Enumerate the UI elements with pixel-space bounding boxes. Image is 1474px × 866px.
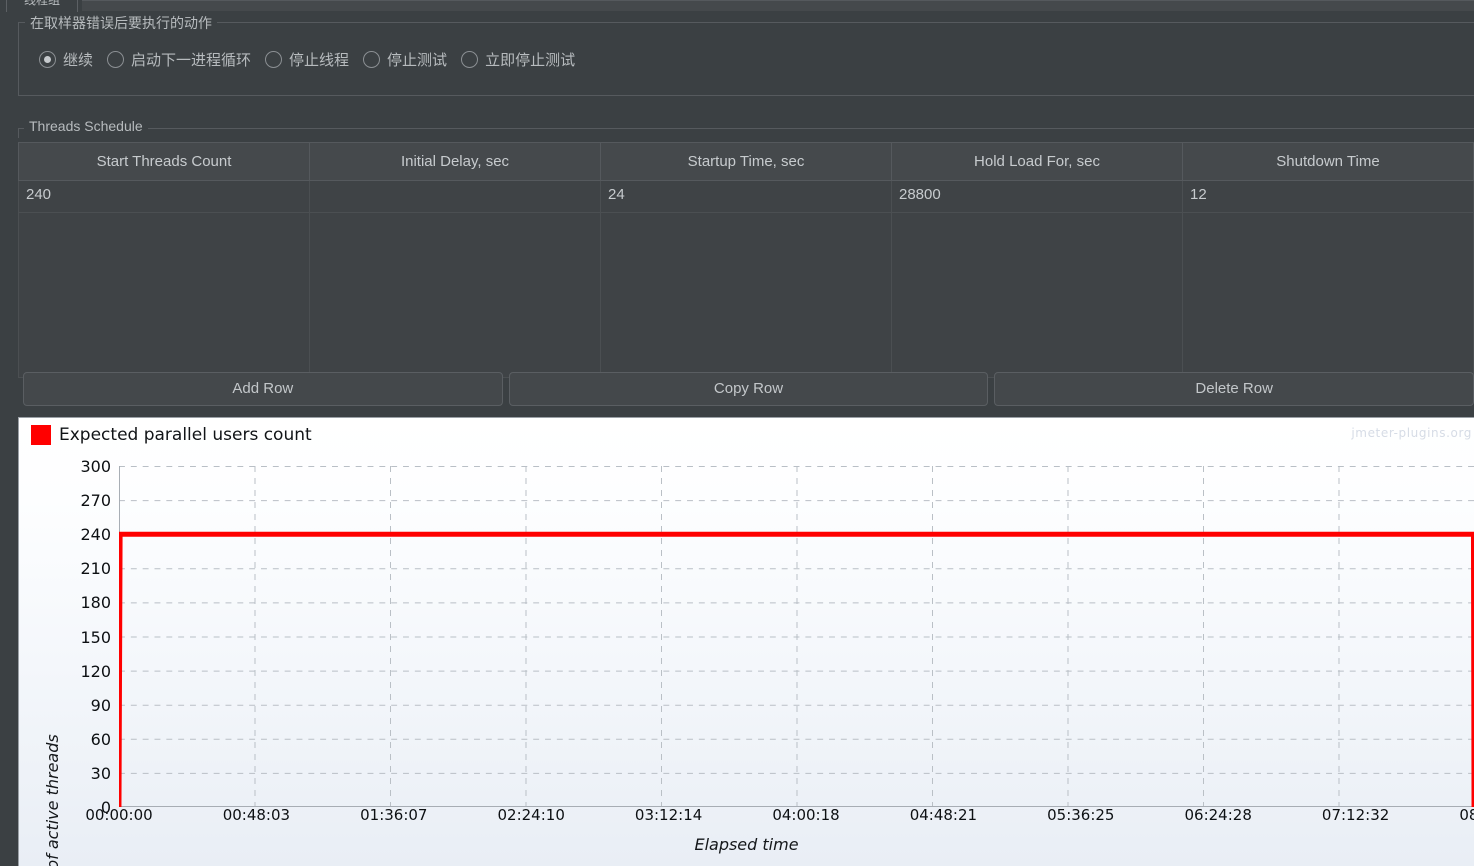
radio-label: 继续 — [63, 52, 94, 69]
y-tick-label: 120 — [80, 661, 111, 681]
group-border-line — [18, 128, 1474, 129]
table-header-row: Start Threads Count Initial Delay, sec S… — [18, 142, 1474, 181]
tab-thread-group[interactable]: 线程组 — [6, 0, 78, 12]
radio-dot-icon[interactable] — [363, 51, 381, 68]
delete-row-button[interactable]: Delete Row — [994, 372, 1474, 406]
threads-schedule-title: Threads Schedule — [24, 118, 148, 134]
table-row[interactable]: 240 24 28800 12 — [18, 180, 1474, 213]
empty-cell[interactable] — [891, 212, 1183, 378]
radio-label: 停止测试 — [387, 52, 448, 69]
radio-label: 启动下一进程循环 — [131, 52, 252, 69]
empty-cell[interactable] — [1182, 212, 1474, 378]
empty-cell[interactable] — [18, 212, 310, 378]
col-shutdown-time[interactable]: Shutdown Time — [1182, 142, 1474, 181]
x-axis-ticks: 00:00:00 00:48:03 01:36:07 02:24:10 03:12:14… — [19, 806, 1474, 828]
gridlines — [119, 466, 1474, 807]
y-tick-label: 270 — [80, 491, 111, 511]
x-tick-label: 08:00:36 — [1459, 806, 1474, 824]
col-initial-delay[interactable]: Initial Delay, sec — [309, 142, 601, 181]
x-tick-label: 04:48:21 — [909, 806, 978, 824]
x-tick-label: 00:00:00 — [85, 806, 153, 824]
col-hold-load-for[interactable]: Hold Load For, sec — [891, 142, 1183, 181]
copy-row-button[interactable]: Copy Row — [508, 372, 989, 406]
radio-label: 立即停止测试 — [485, 52, 576, 69]
col-start-threads-count[interactable]: Start Threads Count — [18, 142, 310, 181]
tab-strip: 线程组 — [0, 0, 1474, 12]
plot-svg — [119, 466, 1474, 807]
x-tick-label: 04:00:18 — [772, 806, 840, 824]
y-tick-label: 300 — [80, 457, 111, 476]
cell-hold-load-for[interactable]: 28800 — [891, 180, 1183, 213]
radio-continue[interactable]: 继续 — [39, 49, 93, 70]
plot-area — [119, 466, 1474, 807]
row-buttons-bar: Add Row Copy Row Delete Row — [23, 372, 1474, 406]
y-tick-label: 60 — [90, 729, 111, 749]
sampler-error-action-title: 在取样器错误后要执行的动作 — [25, 13, 217, 33]
y-tick-label: 90 — [90, 695, 111, 715]
sampler-error-action-group: 在取样器错误后要执行的动作 继续 启动下一进程循环 停止线程 停止测试 立即停止… — [18, 13, 1474, 96]
tab-strip-filler — [82, 0, 1474, 11]
cell-shutdown-time[interactable]: 12 — [1182, 180, 1474, 213]
table-empty-area[interactable] — [18, 212, 1474, 378]
radio-dot-icon[interactable] — [461, 51, 479, 68]
y-tick-label: 240 — [80, 525, 111, 545]
x-tick-label: 05:36:25 — [1047, 806, 1115, 824]
add-row-button[interactable]: Add Row — [23, 372, 503, 406]
x-tick-label: 07:12:32 — [1321, 806, 1390, 824]
x-tick-label: 06:24:28 — [1184, 806, 1252, 824]
y-tick-label: 30 — [90, 763, 111, 783]
watermark-text: jmeter-plugins.org — [1351, 426, 1472, 440]
radio-stop-test-now[interactable]: 立即停止测试 — [461, 49, 575, 70]
x-axis-label: Elapsed time — [694, 835, 799, 854]
x-tick-label: 01:36:07 — [360, 806, 428, 824]
radio-stop-thread[interactable]: 停止线程 — [265, 49, 349, 70]
col-startup-time[interactable]: Startup Time, sec — [600, 142, 892, 181]
cell-initial-delay[interactable] — [309, 180, 601, 213]
empty-cell[interactable] — [309, 212, 601, 378]
y-tick-label: 150 — [80, 627, 111, 647]
group-border-left — [18, 128, 19, 138]
cell-startup-time[interactable]: 24 — [600, 180, 892, 213]
threads-schedule-table[interactable]: Start Threads Count Initial Delay, sec S… — [18, 142, 1474, 378]
x-tick-label: 00:48:03 — [222, 806, 291, 824]
radio-dot-icon[interactable] — [265, 51, 283, 68]
y-axis-ticks: 300 270 240 210 180 150 120 90 60 30 0 — [49, 418, 111, 866]
y-tick-label: 180 — [80, 593, 111, 613]
cell-start-threads-count[interactable]: 240 — [18, 180, 310, 213]
sampler-error-action-radio-group: 继续 启动下一进程循环 停止线程 停止测试 立即停止测试 — [39, 49, 589, 70]
radio-stop-test[interactable]: 停止测试 — [363, 49, 447, 70]
x-tick-label: 03:12:14 — [634, 806, 703, 824]
legend-color-swatch-icon — [31, 425, 51, 445]
radio-label: 停止线程 — [289, 52, 350, 69]
radio-dot-icon[interactable] — [107, 51, 125, 68]
radio-dot-icon[interactable] — [39, 51, 56, 68]
y-tick-label: 210 — [80, 559, 111, 579]
radio-start-next-loop[interactable]: 启动下一进程循环 — [107, 49, 251, 70]
expected-users-chart[interactable]: Expected parallel users count jmeter-plu… — [18, 417, 1474, 866]
empty-cell[interactable] — [600, 212, 892, 378]
x-tick-label: 02:24:10 — [497, 806, 565, 824]
